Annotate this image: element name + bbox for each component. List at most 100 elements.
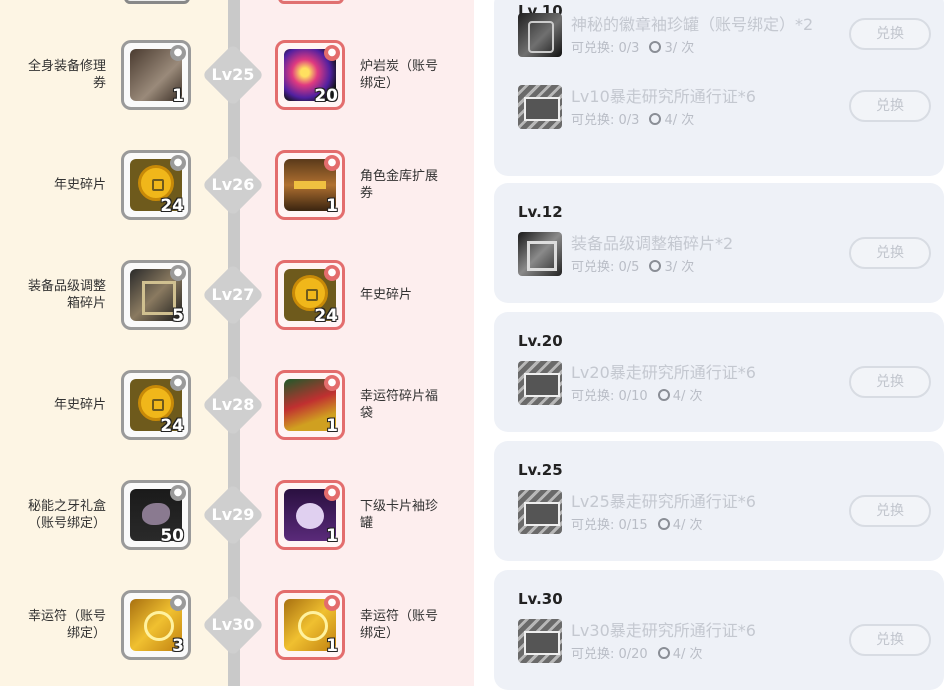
exchange-item-row: Lv25暴走研究所通行证*6 可兑换: 0/15 4/ 次 兑换 xyxy=(518,487,931,537)
level-label: Lv30 xyxy=(211,615,255,634)
exchange-item-name: Lv20暴走研究所通行证*6 xyxy=(571,363,756,382)
premium-reward-item[interactable]: ● 1 xyxy=(275,150,345,220)
exchange-available-count: 可兑换: 0/3 xyxy=(571,41,640,56)
badge-jar-icon xyxy=(518,13,562,57)
lock-icon: ● xyxy=(324,155,340,171)
card-level-title: Lv.30 xyxy=(518,590,563,608)
exchange-available-count: 可兑换: 0/15 xyxy=(571,518,648,533)
token-icon xyxy=(649,113,662,125)
level-label: Lv26 xyxy=(211,175,255,194)
level-label: Lv25 xyxy=(211,65,255,84)
exchange-item-row: 装备品级调整箱碎片*2 可兑换: 0/5 3/ 次 兑换 xyxy=(518,229,931,279)
exchange-item-row: Lv30暴走研究所通行证*6 可兑换: 0/20 4/ 次 兑换 xyxy=(518,616,931,666)
item-quantity: 24 xyxy=(160,416,184,436)
premium-reward-item[interactable]: ● 24 xyxy=(275,260,345,330)
lock-icon: ● xyxy=(170,595,186,611)
level-badge: Lv29 xyxy=(201,483,265,547)
free-reward-label: 年史碎片 xyxy=(53,397,106,413)
level-badge: Lv30 xyxy=(201,593,265,657)
free-reward-item[interactable]: ● 3 xyxy=(121,590,191,660)
token-icon xyxy=(649,260,662,272)
level-badge: Lv25 xyxy=(201,43,265,107)
premium-reward-label: 下级卡片袖珍罐 xyxy=(360,499,439,531)
item-quantity: 5 xyxy=(172,306,184,326)
exchange-item-name: 装备品级调整箱碎片*2 xyxy=(571,234,734,253)
reward-row: 年史碎片 ● 24 Lv26 ● 1 角色金库扩展券 xyxy=(0,140,474,230)
lock-icon: ● xyxy=(324,265,340,281)
premium-reward-label: 年史碎片 xyxy=(360,287,413,303)
exchange-available-count: 可兑换: 0/5 xyxy=(571,260,640,275)
free-reward-item[interactable]: ● 24 xyxy=(121,150,191,220)
previous-free-item-edge xyxy=(124,0,190,4)
level-label: Lv27 xyxy=(211,285,255,304)
exchange-item-row: Lv10暴走研究所通行证*6 可兑换: 0/3 4/ 次 兑换 xyxy=(518,82,931,132)
item-quantity: 1 xyxy=(172,86,184,106)
exchange-item-stats: 可兑换: 0/20 4/ 次 xyxy=(571,643,703,662)
free-reward-label: 年史碎片 xyxy=(53,177,106,193)
exchange-item-name: 神秘的徽章袖珍罐（账号绑定）*2 xyxy=(571,15,814,34)
item-quantity: 1 xyxy=(326,196,338,216)
level-badge: Lv28 xyxy=(201,373,265,437)
exchange-item-row: Lv20暴走研究所通行证*6 可兑换: 0/10 4/ 次 兑换 xyxy=(518,358,931,408)
free-reward-item[interactable]: ● 24 xyxy=(121,370,191,440)
previous-premium-item-edge xyxy=(278,0,344,4)
pass-ticket-icon xyxy=(518,619,562,663)
premium-reward-label: 角色金库扩展券 xyxy=(360,169,439,201)
exchange-card: Lv.25 Lv25暴走研究所通行证*6 可兑换: 0/15 4/ 次 兑换 xyxy=(494,441,944,561)
exchange-button[interactable]: 兑换 xyxy=(849,237,931,269)
card-level-title: Lv.12 xyxy=(518,203,563,221)
premium-reward-item[interactable]: ● 1 xyxy=(275,590,345,660)
exchange-button[interactable]: 兑换 xyxy=(849,624,931,656)
free-reward-label: 全身装备修理券 xyxy=(27,59,106,91)
pass-ticket-icon xyxy=(518,85,562,129)
card-level-title: Lv.25 xyxy=(518,461,563,479)
level-badge: Lv26 xyxy=(201,153,265,217)
exchange-button[interactable]: 兑换 xyxy=(849,495,931,527)
item-quantity: 20 xyxy=(314,86,338,106)
lock-icon: ● xyxy=(324,375,340,391)
free-reward-item[interactable]: ● 5 xyxy=(121,260,191,330)
lock-icon: ● xyxy=(170,265,186,281)
premium-reward-label: 幸运符碎片福袋 xyxy=(360,389,439,421)
reward-row: 幸运符（账号绑定） ● 3 Lv30 ● 1 幸运符（账号绑定） xyxy=(0,580,474,670)
card-level-title: Lv.20 xyxy=(518,332,563,350)
free-reward-label: 幸运符（账号绑定） xyxy=(27,609,106,641)
lock-icon: ● xyxy=(170,375,186,391)
free-reward-item[interactable]: ● 50 xyxy=(121,480,191,550)
item-quantity: 1 xyxy=(326,526,338,546)
exchange-available-count: 可兑换: 0/10 xyxy=(571,389,648,404)
reward-row: 年史碎片 ● 24 Lv28 ● 1 幸运符碎片福袋 xyxy=(0,360,474,450)
exchange-card: Lv.20 Lv20暴走研究所通行证*6 可兑换: 0/10 4/ 次 兑换 xyxy=(494,312,944,432)
exchange-available-count: 可兑换: 0/20 xyxy=(571,647,648,662)
token-icon xyxy=(649,41,662,53)
exchange-card: Lv.10 神秘的徽章袖珍罐（账号绑定）*2 可兑换: 0/3 3/ 次 兑换 L… xyxy=(494,0,944,176)
exchange-available-count: 可兑换: 0/3 xyxy=(571,113,640,128)
premium-reward-item[interactable]: ● 1 xyxy=(275,370,345,440)
item-quantity: 1 xyxy=(326,416,338,436)
token-icon xyxy=(657,647,670,659)
premium-reward-item[interactable]: ● 20 xyxy=(275,40,345,110)
exchange-cost: 3/ 次 xyxy=(664,41,695,56)
exchange-button[interactable]: 兑换 xyxy=(849,90,931,122)
level-label: Lv29 xyxy=(211,505,255,524)
exchange-card: Lv.30 Lv30暴走研究所通行证*6 可兑换: 0/20 4/ 次 兑换 xyxy=(494,570,944,690)
exchange-item-stats: 可兑换: 0/5 3/ 次 xyxy=(571,256,694,275)
premium-reward-label: 炉岩炭（账号绑定） xyxy=(360,59,439,91)
lock-icon: ● xyxy=(324,595,340,611)
level-label: Lv28 xyxy=(211,395,255,414)
exchange-item-stats: 可兑换: 0/3 4/ 次 xyxy=(571,109,694,128)
premium-reward-item[interactable]: ● 1 xyxy=(275,480,345,550)
exchange-button[interactable]: 兑换 xyxy=(849,366,931,398)
free-reward-item[interactable]: ● 1 xyxy=(121,40,191,110)
exchange-button[interactable]: 兑换 xyxy=(849,18,931,50)
lock-icon: ● xyxy=(170,155,186,171)
free-reward-label: 秘能之牙礼盒（账号绑定） xyxy=(27,499,106,531)
reward-row: 装备品级调整箱碎片 ● 5 Lv27 ● 24 年史碎片 xyxy=(0,250,474,340)
lock-icon: ● xyxy=(324,485,340,501)
reward-row: 秘能之牙礼盒（账号绑定） ● 50 Lv29 ● 1 下级卡片袖珍罐 xyxy=(0,470,474,560)
item-quantity: 24 xyxy=(160,196,184,216)
lock-icon: ● xyxy=(170,485,186,501)
reward-row: 全身装备修理券 ● 1 Lv25 ● 20 炉岩炭（账号绑定） xyxy=(0,30,474,120)
exchange-cost: 4/ 次 xyxy=(664,113,695,128)
exchange-item-stats: 可兑换: 0/10 4/ 次 xyxy=(571,385,703,404)
